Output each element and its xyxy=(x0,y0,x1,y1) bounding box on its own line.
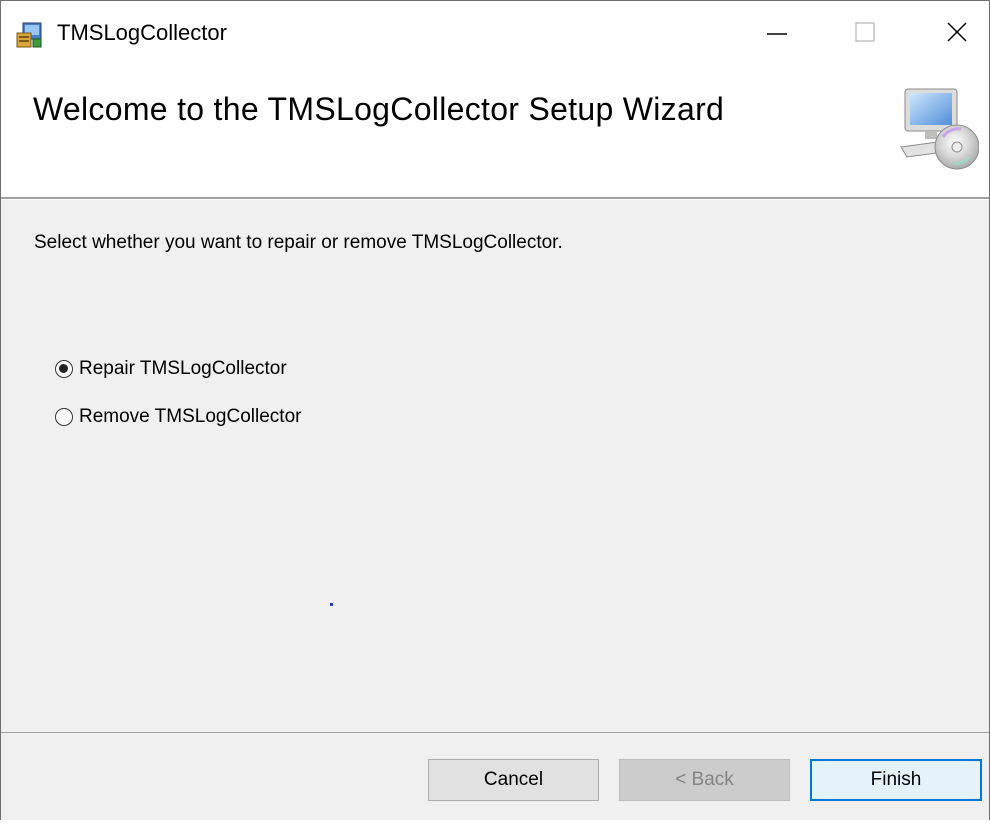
setup-wizard-window: TMSLogCollector Welcome to the TMSLogCol… xyxy=(0,0,990,822)
wizard-banner: Welcome to the TMSLogCollector Setup Wiz… xyxy=(1,65,989,197)
minimize-icon xyxy=(766,21,788,48)
cancel-button[interactable]: Cancel xyxy=(428,759,599,801)
maximize-button[interactable] xyxy=(837,11,893,57)
close-icon xyxy=(946,21,968,48)
finish-button[interactable]: Finish xyxy=(810,759,982,801)
title-bar[interactable]: TMSLogCollector xyxy=(1,1,989,65)
minimize-button[interactable] xyxy=(749,11,805,57)
close-button[interactable] xyxy=(929,11,985,57)
radio-selected-dot xyxy=(59,364,68,373)
maximize-icon xyxy=(854,21,876,48)
instruction-text: Select whether you want to repair or rem… xyxy=(34,232,563,253)
repair-option[interactable]: Repair TMSLogCollector xyxy=(55,358,287,380)
repair-radio[interactable] xyxy=(55,360,73,378)
stray-pixel xyxy=(330,603,333,606)
remove-option-label[interactable]: Remove TMSLogCollector xyxy=(79,406,301,428)
installer-app-icon xyxy=(15,21,45,49)
back-button[interactable]: < Back xyxy=(619,759,790,801)
bottom-edge xyxy=(0,820,990,825)
window-title: TMSLogCollector xyxy=(57,20,227,45)
wizard-content: Select whether you want to repair or rem… xyxy=(1,200,989,732)
wizard-heading: Welcome to the TMSLogCollector Setup Wiz… xyxy=(33,91,725,127)
remove-radio[interactable] xyxy=(55,408,73,426)
remove-option[interactable]: Remove TMSLogCollector xyxy=(55,406,301,428)
repair-option-label[interactable]: Repair TMSLogCollector xyxy=(79,358,287,380)
computer-cd-icon xyxy=(895,85,980,175)
wizard-footer: Cancel < Back Finish xyxy=(1,733,989,821)
